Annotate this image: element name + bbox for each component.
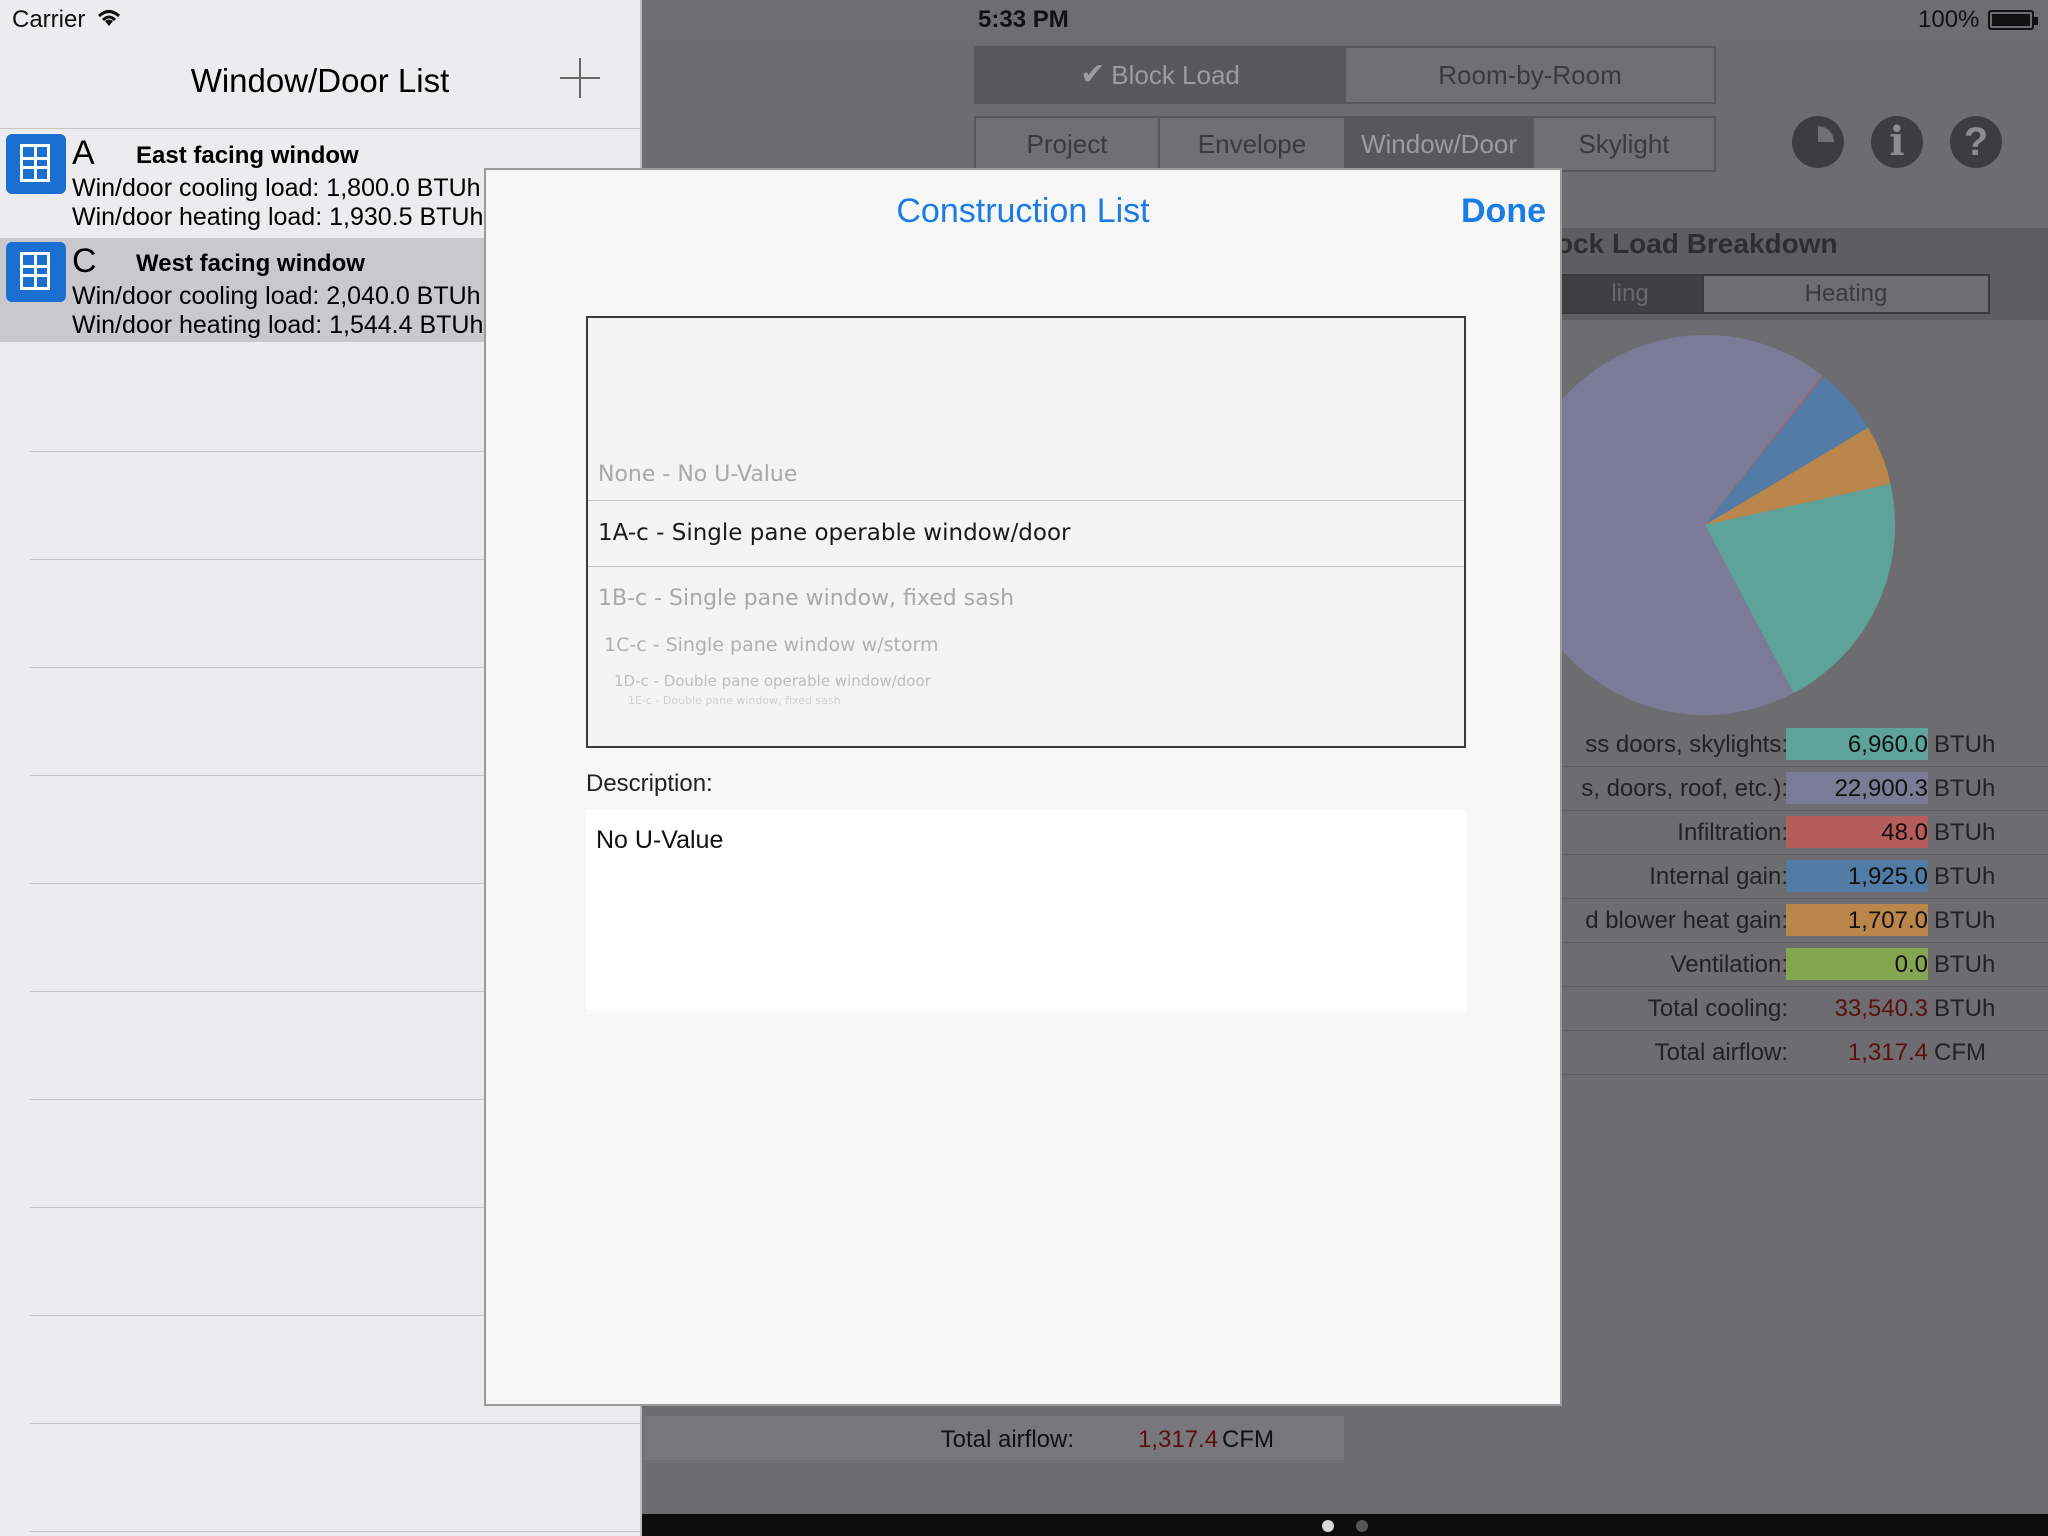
divider: [30, 1531, 640, 1532]
row-cooling: Win/door cooling load: 1,800.0 BTUh: [72, 174, 481, 202]
total-airflow-row: Total airflow: 1,317.4 CFM: [1556, 1030, 2048, 1075]
picker-option[interactable]: 1E-c - Double pane window, fixed sash: [628, 694, 841, 707]
row-letter: A: [72, 134, 95, 172]
window-icon: [6, 242, 66, 302]
row-title: West facing window: [136, 250, 365, 277]
pie-chart-icon[interactable]: [1792, 116, 1844, 168]
clock: 5:33 PM: [978, 6, 1069, 33]
tab-heating[interactable]: Heating: [1702, 274, 1990, 314]
total-cooling-unit: BTUh: [1934, 995, 1996, 1022]
legend-row: Internal gain: 1,925.0 BTUh: [1556, 854, 2048, 899]
legend-label: Ventilation:: [1670, 951, 1788, 978]
legend-label: d blower heat gain:: [1585, 907, 1788, 934]
help-icon[interactable]: ?: [1950, 116, 2002, 168]
tab-window-door[interactable]: Window/Door: [1344, 116, 1534, 172]
picker-option[interactable]: 1D-c - Double pane operable window/door: [614, 672, 931, 690]
row-title: East facing window: [136, 142, 359, 169]
legend-unit: BTUh: [1934, 819, 1996, 846]
legend-value: 0.0: [1894, 951, 1928, 978]
bottom-airflow-label: Total airflow:: [940, 1426, 1074, 1453]
legend-value: 22,900.3: [1834, 775, 1928, 802]
total-cooling-row: Total cooling: 33,540.3 BTUh: [1556, 986, 2048, 1031]
row-heating: Win/door heating load: 1,544.4 BTUh: [72, 311, 484, 339]
total-airflow-unit: CFM: [1934, 1039, 1986, 1066]
description-field[interactable]: No U-Value: [586, 810, 1466, 1010]
tab-room-by-room[interactable]: Room-by-Room: [1344, 46, 1716, 104]
page-control-bar: [642, 1514, 2048, 1536]
legend-value: 6,960.0: [1847, 731, 1928, 758]
total-airflow-value: 1,317.4: [1847, 1039, 1928, 1066]
legend-unit: BTUh: [1934, 775, 1996, 802]
legend-row: Ventilation: 0.0 BTUh: [1556, 942, 2048, 987]
divider: [30, 1423, 640, 1424]
bottom-airflow-row: Total airflow: 1,317.4 CFM: [644, 1416, 1344, 1460]
add-icon[interactable]: [560, 58, 600, 98]
battery-icon: [1988, 10, 2038, 30]
legend-label: Internal gain:: [1649, 863, 1788, 890]
legend-row: ss doors, skylights: 6,960.0 BTUh: [1556, 722, 2048, 767]
row-cooling: Win/door cooling load: 2,040.0 BTUh: [72, 282, 481, 310]
modal-title: Construction List: [896, 192, 1150, 230]
window-icon: [6, 134, 66, 194]
bottom-airflow-unit: CFM: [1222, 1426, 1274, 1453]
total-airflow-label: Total airflow:: [1654, 1039, 1788, 1066]
legend-row: s, doors, roof, etc.): 22,900.3 BTUh: [1556, 766, 2048, 811]
legend-label: Infiltration:: [1677, 819, 1788, 846]
legend-unit: BTUh: [1934, 951, 1996, 978]
tab-project[interactable]: Project: [974, 116, 1160, 172]
page-dot[interactable]: [1356, 1520, 1368, 1532]
total-cooling-label: Total cooling:: [1647, 995, 1788, 1022]
construction-picker[interactable]: None - No U-Value 1A-c - Single pane ope…: [586, 316, 1466, 748]
tab-label: Block Load: [1111, 60, 1240, 90]
tab-block-load[interactable]: ✔ Block Load: [974, 46, 1346, 104]
legend-row: d blower heat gain: 1,707.0 BTUh: [1556, 898, 2048, 943]
legend-value: 48.0: [1881, 819, 1928, 846]
battery-label: 100%: [1918, 6, 1980, 33]
row-letter: C: [72, 242, 97, 280]
page-dot-active[interactable]: [1322, 1520, 1334, 1532]
breakdown-title: ock Load Breakdown: [1556, 228, 1838, 259]
bottom-airflow-value: 1,317.4: [1138, 1426, 1219, 1453]
description-text: No U-Value: [596, 826, 724, 854]
tab-cooling[interactable]: ling: [1556, 274, 1704, 314]
construction-list-modal: Construction List Done None - No U-Value…: [484, 168, 1562, 1406]
master-title: Window/Door List: [190, 62, 450, 99]
legend-label: s, doors, roof, etc.):: [1581, 775, 1788, 802]
legend-value: 1,925.0: [1847, 863, 1928, 890]
legend-label: ss doors, skylights:: [1585, 731, 1788, 758]
tab-envelope[interactable]: Envelope: [1158, 116, 1346, 172]
status-bar: Carrier 5:33 PM 100%: [0, 0, 2048, 40]
info-icon[interactable]: i: [1871, 116, 1923, 168]
picker-selection-line: [588, 566, 1464, 567]
master-header: Window/Door List: [0, 40, 640, 129]
description-label: Description:: [586, 770, 713, 797]
picker-selected-option[interactable]: 1A-c - Single pane operable window/door: [598, 520, 1071, 546]
wifi-icon: [96, 8, 122, 33]
picker-option[interactable]: 1C-c - Single pane window w/storm: [604, 634, 939, 656]
done-button[interactable]: Done: [1461, 192, 1546, 231]
picker-selection-line: [588, 500, 1464, 501]
legend-unit: BTUh: [1934, 907, 1996, 934]
picker-option[interactable]: 1B-c - Single pane window, fixed sash: [598, 586, 1014, 611]
row-heating: Win/door heating load: 1,930.5 BTUh: [72, 203, 484, 231]
legend-unit: BTUh: [1934, 731, 1996, 758]
legend-value: 1,707.0: [1847, 907, 1928, 934]
total-cooling-value: 33,540.3: [1834, 995, 1928, 1022]
tab-skylight[interactable]: Skylight: [1532, 116, 1716, 172]
picker-option[interactable]: None - No U-Value: [598, 462, 797, 487]
legend-unit: BTUh: [1934, 863, 1996, 890]
legend-row: Infiltration: 48.0 BTUh: [1556, 810, 2048, 855]
carrier-label: Carrier: [12, 6, 86, 33]
check-icon: ✔: [1080, 58, 1106, 91]
